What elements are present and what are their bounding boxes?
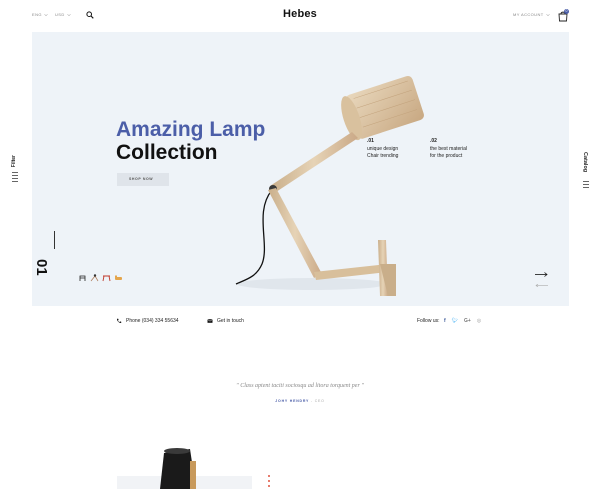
shop-now-button[interactable]: SHOP NOW	[117, 173, 169, 186]
thumbnail-chair-icon[interactable]	[78, 273, 87, 282]
hero-slider: Amazing Lamp Collection SHOP NOW .01 uni…	[32, 32, 569, 306]
phone-icon	[116, 318, 122, 324]
lamp-image	[235, 75, 424, 296]
social-links: f 🐦︎ G+ ◎	[444, 318, 481, 324]
catalog-lines-icon	[583, 181, 589, 188]
site-header: ENG USD Hebes MY ACCOUNT 0	[0, 0, 600, 32]
catalog-label: Catalog	[582, 152, 588, 173]
phone-contact[interactable]: Phone (034) 334 55634	[116, 318, 179, 324]
follow-us-text: Follow us:	[417, 318, 440, 324]
feature-line: Chair trending	[367, 153, 399, 159]
follow-us-label: Follow us:	[417, 318, 440, 324]
account-label: MY ACCOUNT	[513, 12, 544, 17]
slide-progress-line	[54, 231, 55, 249]
filter-lines-icon	[12, 172, 18, 184]
instagram-icon[interactable]: ◎	[477, 318, 481, 324]
feature-item: .02 the best material for the product	[430, 138, 467, 160]
thumbnail-stool-icon[interactable]	[102, 273, 111, 282]
thumbnail-sofa-icon[interactable]	[114, 273, 123, 282]
feature-line: the best material	[430, 146, 467, 152]
catalog-toggle[interactable]: Catalog	[582, 152, 589, 188]
site-logo[interactable]: Hebes	[0, 8, 600, 20]
feature-item: .01 unique design Chair trending	[367, 138, 398, 160]
feature-line: unique design	[367, 146, 399, 152]
testimonial-quote: " Class aptent taciti sociosqu ad litora…	[236, 383, 364, 389]
author-name: JOHY HENDRY	[275, 399, 310, 403]
prev-arrow-icon[interactable]	[535, 284, 548, 287]
chevron-down-icon	[545, 13, 550, 16]
thumbnail-lamp-icon[interactable]	[90, 273, 99, 282]
feature-number: .01	[367, 138, 374, 144]
slide-thumbnails	[78, 273, 123, 282]
author-role: - CEO	[309, 399, 325, 403]
indicator-dot	[268, 485, 270, 487]
filter-label: Filter	[11, 155, 17, 168]
cart-button[interactable]: 0	[557, 9, 569, 22]
slide-number: 01	[33, 259, 50, 276]
indicator-dot	[268, 475, 270, 477]
get-in-touch-link[interactable]: Get in touch	[207, 318, 244, 324]
google-plus-icon[interactable]: G+	[464, 318, 471, 324]
indicator-dot	[268, 480, 270, 482]
feature-number: .02	[430, 138, 437, 144]
get-in-touch-text: Get in touch	[217, 318, 244, 324]
next-arrow-icon[interactable]	[535, 272, 548, 277]
cart-count-badge: 0	[564, 9, 569, 14]
product-lamp-image	[160, 448, 196, 489]
testimonial-author: JOHY HENDRY - CEO	[0, 399, 600, 403]
twitter-icon[interactable]: 🐦︎	[452, 318, 458, 324]
feature-line: for the product	[430, 153, 463, 159]
mail-icon	[207, 319, 213, 323]
account-menu[interactable]: MY ACCOUNT	[513, 12, 550, 17]
facebook-icon[interactable]: f	[444, 318, 446, 324]
phone-text: Phone (034) 334 55634	[126, 318, 179, 324]
